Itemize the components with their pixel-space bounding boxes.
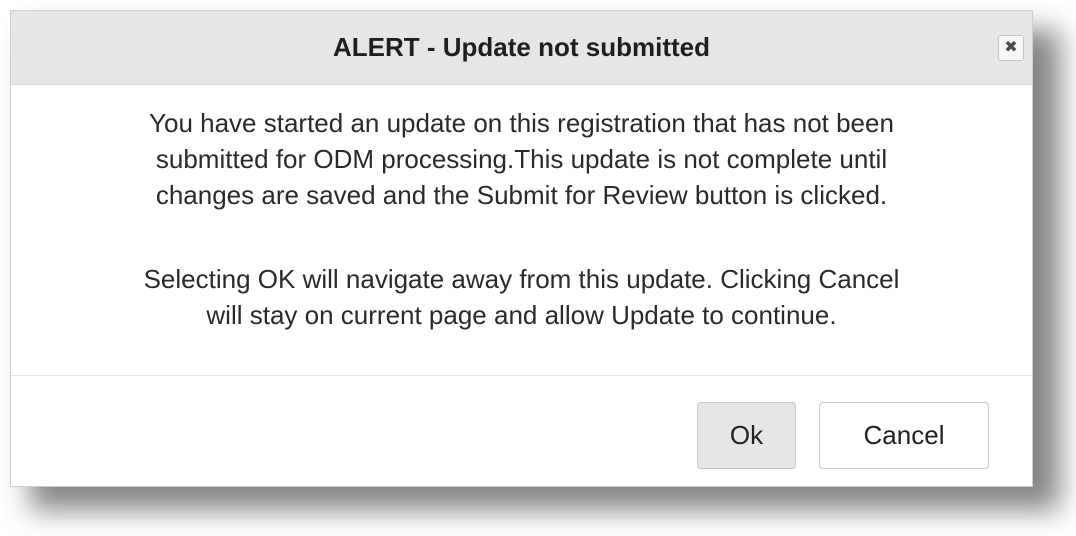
close-button[interactable]: ✖ (998, 35, 1024, 61)
message-line: You have started an update on this regis… (149, 108, 894, 138)
message-paragraph-1: You have started an update on this regis… (41, 105, 1002, 213)
message-line: submitted for ODM processing.This update… (155, 144, 888, 174)
close-icon: ✖ (1004, 39, 1018, 56)
screen: ALERT - Update not submitted ✖ You have … (0, 0, 1076, 536)
message-line: Selecting OK will navigate away from thi… (143, 264, 900, 294)
message-line: will stay on current page and allow Upda… (206, 300, 837, 330)
message-line: changes are saved and the Submit for Rev… (155, 180, 888, 210)
dialog-title: ALERT - Update not submitted (333, 32, 710, 62)
ok-button[interactable]: Ok (697, 402, 796, 469)
alert-dialog: ALERT - Update not submitted ✖ You have … (10, 10, 1033, 487)
dialog-body: You have started an update on this regis… (11, 85, 1032, 375)
footer-divider (11, 375, 1032, 376)
cancel-button[interactable]: Cancel (819, 402, 989, 469)
message-paragraph-2: Selecting OK will navigate away from thi… (41, 261, 1002, 333)
dialog-titlebar: ALERT - Update not submitted ✖ (11, 11, 1032, 85)
